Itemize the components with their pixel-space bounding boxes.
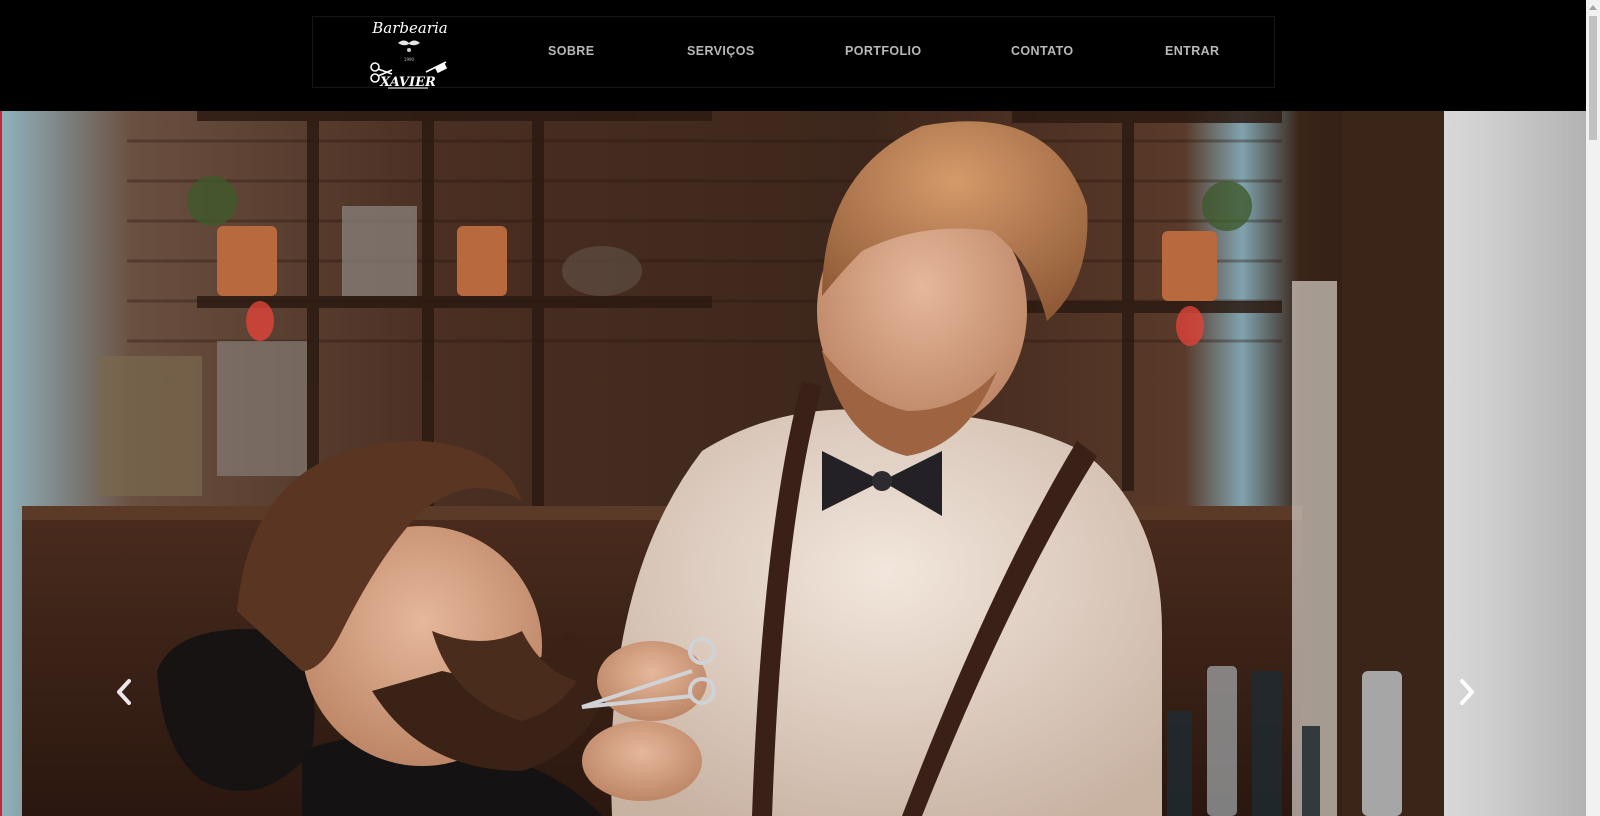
- carousel-slide-image: [2, 111, 1444, 816]
- nav-link-entrar[interactable]: ENTRAR: [1165, 44, 1219, 58]
- barbershop-photo: [2, 111, 1444, 816]
- carousel-prev-button[interactable]: [104, 671, 144, 713]
- scroll-up-icon[interactable]: [1586, 0, 1600, 14]
- page: Barbearia 1990 XAVIER SOBRE SERVIÇOS POR…: [0, 0, 1600, 816]
- hero-carousel: [2, 111, 1586, 816]
- page-scrollbar[interactable]: [1586, 0, 1600, 816]
- nav-link-sobre[interactable]: SOBRE: [548, 44, 594, 58]
- carousel-next-button[interactable]: [1447, 671, 1487, 713]
- logo-small: 1990: [404, 57, 415, 62]
- scrollbar-thumb[interactable]: [1589, 16, 1597, 140]
- site-header: Barbearia 1990 XAVIER SOBRE SERVIÇOS POR…: [0, 0, 1586, 111]
- nav-container: [312, 16, 1275, 88]
- brand-logo[interactable]: Barbearia 1990 XAVIER: [366, 16, 452, 90]
- logo-script: Barbearia: [371, 19, 447, 37]
- logo-image: Barbearia 1990 XAVIER: [370, 19, 448, 90]
- nav-link-portfolio[interactable]: PORTFOLIO: [845, 44, 922, 58]
- chevron-left-icon: [117, 679, 131, 705]
- nav-link-contato[interactable]: CONTATO: [1011, 44, 1074, 58]
- chevron-right-icon: [1460, 679, 1474, 705]
- nav-link-servicos[interactable]: SERVIÇOS: [687, 44, 755, 58]
